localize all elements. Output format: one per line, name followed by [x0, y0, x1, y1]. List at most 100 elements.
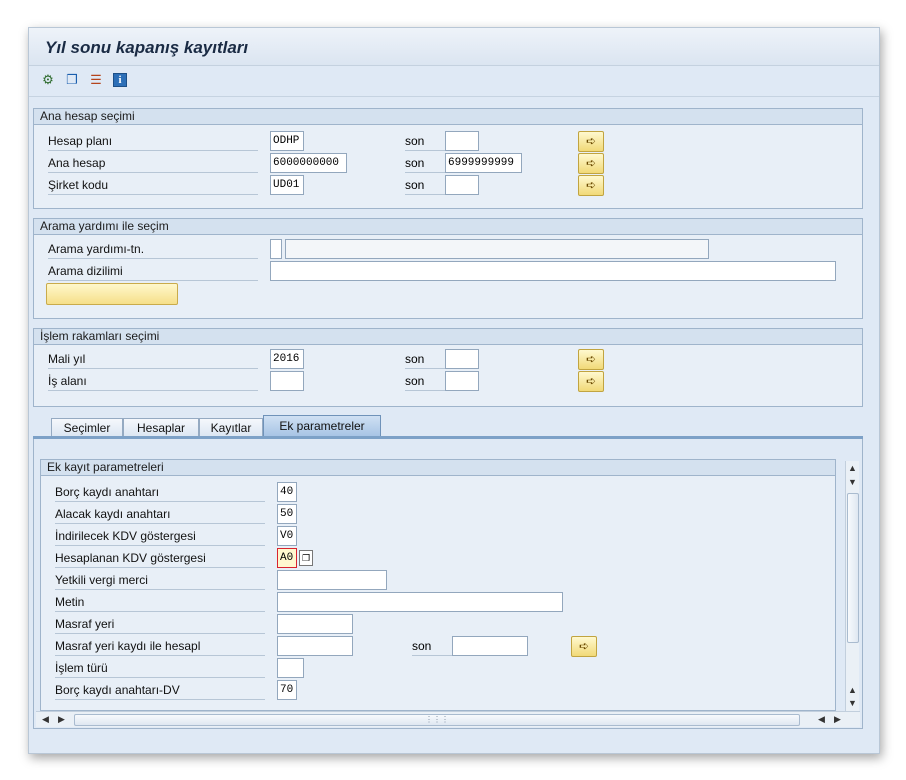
multiple-selection-icon[interactable]: ➪	[578, 371, 604, 392]
tab-selections[interactable]: Seçimler	[51, 418, 123, 437]
business-area-son-label: son	[405, 371, 445, 391]
gl-account-son-label: son	[405, 153, 445, 173]
chart-of-accounts-row: Hesap planı ODHP son ➪	[34, 131, 862, 153]
cost-center-accounts-from-input[interactable]	[277, 636, 353, 656]
gl-account-row: Ana hesap 6000000000 son 6999999999 ➪	[34, 153, 862, 175]
transaction-figures-group: İşlem rakamları seçimi Mali yıl 2016 son…	[33, 328, 863, 407]
gl-account-label: Ana hesap	[48, 153, 258, 173]
tab-accounts[interactable]: Hesaplar	[123, 418, 199, 437]
cost-center-input[interactable]	[277, 614, 353, 634]
output-tax-code-input[interactable]: A0	[277, 548, 297, 568]
transaction-type-input[interactable]	[277, 658, 304, 678]
text-input[interactable]	[277, 592, 563, 612]
vertical-scroll-thumb[interactable]	[847, 493, 859, 643]
gl-account-to-input[interactable]: 6999999999	[445, 153, 522, 173]
selection-options-icon[interactable]: ☰	[87, 71, 105, 89]
company-code-label: Şirket kodu	[48, 175, 258, 195]
vertical-scrollbar[interactable]: ▲ ▼ ▲ ▼	[845, 461, 859, 711]
credit-posting-key-label: Alacak kaydı anahtarı	[55, 504, 265, 524]
debit-key-row: Borç kaydı anahtarı 40	[41, 482, 835, 504]
fiscal-year-row: Mali yıl 2016 son ➪	[34, 349, 862, 371]
execute-icon[interactable]: ⚙	[39, 71, 57, 89]
business-area-to-input[interactable]	[445, 371, 479, 391]
transaction-type-label: İşlem türü	[55, 658, 265, 678]
search-string-label: Arama dizilimi	[48, 261, 258, 281]
transaction-group-title: İşlem rakamları seçimi	[34, 329, 862, 345]
company-code-from-input[interactable]: UD01	[270, 175, 304, 195]
search-help-button[interactable]	[46, 283, 178, 305]
scroll-down-icon[interactable]: ▼	[848, 477, 857, 487]
multiple-selection-icon[interactable]: ➪	[571, 636, 597, 657]
business-area-from-input[interactable]	[270, 371, 304, 391]
extra-posting-params-group: Ek kayıt parametreleri Borç kaydı anahta…	[40, 459, 836, 711]
fiscal-year-from-input[interactable]: 2016	[270, 349, 304, 369]
search-help-id-row: Arama yardımı-tn.	[34, 239, 862, 261]
input-tax-code-label: İndirilecek KDV göstergesi	[55, 526, 265, 546]
scroll-right-icon[interactable]: ▶	[834, 714, 841, 725]
scroll-up-icon[interactable]: ▲	[848, 463, 857, 473]
search-help-group: Arama yardımı ile seçim Arama yardımı-tn…	[33, 218, 863, 319]
transaction-type-row: İşlem türü	[41, 658, 835, 680]
fiscal-year-to-input[interactable]	[445, 349, 479, 369]
credit-posting-key-input[interactable]: 50	[277, 504, 297, 524]
search-help-id-input[interactable]	[270, 239, 282, 259]
cost-center-accounts-son-label: son	[412, 636, 452, 656]
fiscal-year-son-label: son	[405, 349, 445, 369]
cost-center-row: Masraf yeri	[41, 614, 835, 636]
scroll-up-icon[interactable]: ▲	[848, 685, 857, 695]
chart-of-accounts-from-input[interactable]: ODHP	[270, 131, 304, 151]
debit-posting-key-input[interactable]: 40	[277, 482, 297, 502]
company-code-to-input[interactable]	[445, 175, 479, 195]
cost-center-accounts-label: Masraf yeri kaydı ile hesapl	[55, 636, 265, 656]
extra-params-title: Ek kayıt parametreleri	[41, 460, 835, 476]
debit-posting-key-dv-input[interactable]: 70	[277, 680, 297, 700]
gl-account-from-input[interactable]: 6000000000	[270, 153, 347, 173]
title-bar: Yıl sonu kapanış kayıtları	[29, 28, 879, 66]
tab-additional-parameters[interactable]: Ek parametreler	[263, 415, 381, 437]
info-icon-glyph: i	[118, 74, 122, 86]
multiple-selection-icon[interactable]: ➪	[578, 349, 604, 370]
output-tax-row: Hesaplanan KDV göstergesi A0 ❐	[41, 548, 835, 570]
debit-posting-key-dv-label: Borç kaydı anahtarı-DV	[55, 680, 265, 700]
tab-strip: Seçimler Hesaplar Kayıtlar Ek parametrel…	[33, 415, 863, 437]
chart-of-accounts-label: Hesap planı	[48, 131, 258, 151]
value-help-icon[interactable]: ❐	[299, 550, 313, 566]
search-string-row: Arama dizilimi	[34, 261, 862, 283]
credit-key-row: Alacak kaydı anahtarı 50	[41, 504, 835, 526]
business-area-label: İş alanı	[48, 371, 258, 391]
cost-center-label: Masraf yeri	[55, 614, 265, 634]
scroll-left-icon[interactable]: ◀	[42, 714, 49, 725]
account-group-title: Ana hesap seçimi	[34, 109, 862, 125]
horizontal-scroll-thumb[interactable]: ⋮⋮⋮	[74, 714, 800, 726]
fiscal-year-label: Mali yıl	[48, 349, 258, 369]
scroll-down-icon[interactable]: ▼	[848, 698, 857, 708]
info-icon[interactable]: i	[113, 73, 127, 87]
chart-of-accounts-son-label: son	[405, 131, 445, 151]
input-tax-row: İndirilecek KDV göstergesi V0	[41, 526, 835, 548]
search-string-input[interactable]	[270, 261, 836, 281]
chart-of-accounts-to-input[interactable]	[445, 131, 479, 151]
multiple-selection-icon[interactable]: ➪	[578, 131, 604, 152]
tab-postings[interactable]: Kayıtlar	[199, 418, 263, 437]
scroll-left-icon[interactable]: ◀	[818, 714, 825, 725]
cost-center-accounts-row: Masraf yeri kaydı ile hesapl son ➪	[41, 636, 835, 658]
multiple-selection-icon[interactable]: ➪	[578, 153, 604, 174]
text-label: Metin	[55, 592, 265, 612]
get-variant-icon[interactable]: ❐	[63, 71, 81, 89]
horizontal-scrollbar[interactable]: ◀ ▶ ⋮⋮⋮ ◀ ▶	[36, 711, 860, 727]
input-tax-code-input[interactable]: V0	[277, 526, 297, 546]
scroll-right-icon[interactable]: ▶	[58, 714, 65, 725]
sap-window: Yıl sonu kapanış kayıtları ⚙ ❐ ☰ i Ana h…	[28, 27, 880, 754]
company-code-son-label: son	[405, 175, 445, 195]
search-group-title: Arama yardımı ile seçim	[34, 219, 862, 235]
search-help-id-label: Arama yardımı-tn.	[48, 239, 258, 259]
debit-key-dv-row: Borç kaydı anahtarı-DV 70	[41, 680, 835, 702]
account-selection-group: Ana hesap seçimi Hesap planı ODHP son ➪ …	[33, 108, 863, 209]
tax-jurisdiction-input[interactable]	[277, 570, 387, 590]
tax-jurisdiction-label: Yetkili vergi merci	[55, 570, 265, 590]
text-row: Metin	[41, 592, 835, 614]
company-code-row: Şirket kodu UD01 son ➪	[34, 175, 862, 197]
debit-posting-key-label: Borç kaydı anahtarı	[55, 482, 265, 502]
multiple-selection-icon[interactable]: ➪	[578, 175, 604, 196]
cost-center-accounts-to-input[interactable]	[452, 636, 528, 656]
